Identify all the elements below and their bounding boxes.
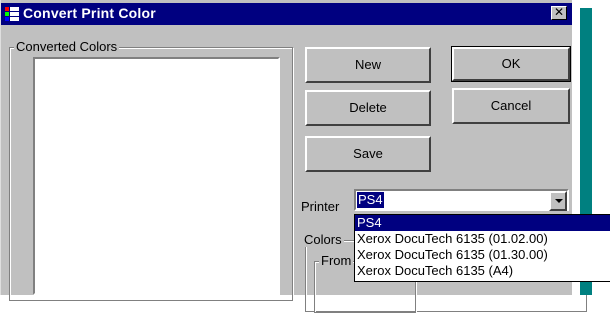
save-button[interactable]: Save <box>305 136 431 172</box>
cancel-button[interactable]: Cancel <box>452 88 570 124</box>
new-button-label: New <box>354 57 381 72</box>
new-button[interactable]: New <box>305 47 431 83</box>
from-group-label: From <box>319 253 354 268</box>
delete-button[interactable]: Delete <box>305 90 431 126</box>
close-icon: ✕ <box>553 5 565 19</box>
printer-label: Printer <box>301 199 340 214</box>
app-icon <box>5 7 19 21</box>
printer-dropdown-list[interactable]: PS4 Xerox DocuTech 6135 (01.02.00) Xerox… <box>354 214 610 282</box>
window-title: Convert Print Color <box>23 5 156 21</box>
printer-selected-value: PS4 <box>357 192 384 208</box>
printer-option[interactable]: Xerox DocuTech 6135 (A4) <box>355 263 610 279</box>
ok-button[interactable]: OK <box>451 46 571 82</box>
converted-colors-label: Converted Colors <box>14 39 120 54</box>
close-button[interactable]: ✕ <box>551 6 567 20</box>
save-button-label: Save <box>353 146 383 161</box>
converted-colors-list[interactable] <box>33 57 280 295</box>
cancel-button-label: Cancel <box>490 98 532 113</box>
colors-group-label: Colors <box>302 232 344 247</box>
printer-option[interactable]: Xerox DocuTech 6135 (01.30.00) <box>355 247 610 263</box>
title-bar[interactable]: Convert Print Color ✕ <box>1 3 573 25</box>
printer-option[interactable]: Xerox DocuTech 6135 (01.02.00) <box>355 231 610 247</box>
printer-option[interactable]: PS4 <box>355 215 610 231</box>
chevron-down-icon <box>555 199 563 203</box>
delete-button-label: Delete <box>349 100 387 115</box>
printer-select[interactable]: PS4 <box>354 189 569 211</box>
ok-button-label: OK <box>501 56 521 71</box>
printer-dropdown-button[interactable] <box>549 191 567 211</box>
